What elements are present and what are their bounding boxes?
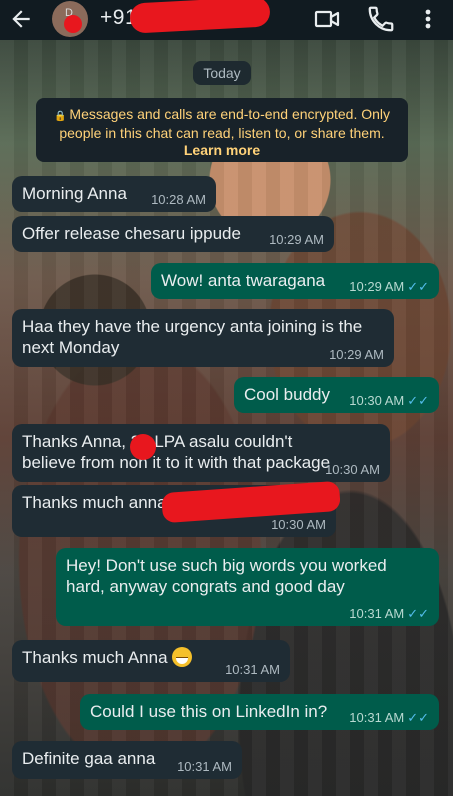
message-time: 10:31 AM [177, 759, 232, 774]
message-time-label: 10:31 AM [349, 606, 405, 621]
message-bubble[interactable]: Definite gaa anna 10:31 AM [12, 741, 242, 779]
message-text: Thanks much Anna [22, 648, 168, 667]
read-ticks-icon: ✓✓ [407, 393, 429, 408]
arrow-left-icon[interactable] [8, 6, 34, 32]
message-text: Morning Anna [22, 184, 127, 203]
message-text: Hey! Don't use such big words you worked… [66, 556, 387, 596]
message-text: Wow! anta twaragana [161, 271, 326, 290]
chat-header: D +91 [0, 0, 453, 40]
more-vert-icon[interactable] [413, 4, 443, 34]
lock-icon: 🔒 [53, 111, 67, 122]
avatar[interactable]: D [52, 1, 88, 37]
message-time: 10:31 AM ✓✓ [349, 607, 429, 621]
video-call-icon[interactable] [312, 4, 342, 34]
message-text: Thanks much anna [22, 493, 167, 512]
message-time: 10:31 AM [225, 662, 280, 677]
message-text: Thanks Anna, 20 LPA asalu couldn't belie… [22, 432, 331, 472]
contact-name-redaction [129, 0, 271, 34]
redaction-mark [130, 434, 156, 460]
message-bubble[interactable]: Cool buddy 10:30 AM ✓✓ [234, 377, 439, 413]
read-ticks-icon: ✓✓ [407, 606, 429, 621]
message-text: Haa they have the urgency anta joining i… [22, 317, 363, 357]
message-time: 10:29 AM ✓✓ [349, 280, 429, 294]
message-bubble[interactable]: Thanks Anna, 20 LPA asalu couldn't belie… [12, 424, 390, 482]
message-time: 10:30 AM [325, 462, 380, 477]
message-text: Could I use this on LinkedIn in? [90, 702, 328, 721]
date-chip: Today [193, 61, 251, 85]
message-text: Offer release chesaru ippude [22, 224, 241, 243]
encryption-notice[interactable]: 🔒 Messages and calls are end-to-end encry… [36, 98, 408, 162]
message-time: 10:29 AM [269, 232, 324, 247]
message-bubble[interactable]: Could I use this on LinkedIn in? 10:31 A… [80, 694, 439, 730]
avatar-redaction [64, 15, 82, 33]
message-time: 10:30 AM ✓✓ [349, 394, 429, 408]
message-bubble[interactable]: Morning Anna 10:28 AM [12, 176, 216, 212]
message-time-label: 10:31 AM [349, 710, 405, 725]
message-bubble[interactable]: Wow! anta twaragana 10:29 AM ✓✓ [151, 263, 439, 299]
read-ticks-icon: ✓✓ [407, 279, 429, 294]
learn-more-link[interactable]: Learn more [184, 142, 260, 158]
message-bubble[interactable]: Thanks much Anna 10:31 AM [12, 640, 290, 682]
message-time: 10:28 AM [151, 192, 206, 207]
message-bubble[interactable]: Offer release chesaru ippude 10:29 AM [12, 216, 334, 252]
encryption-line-2: people in this chat can read, listen to,… [59, 125, 385, 141]
phone-icon[interactable] [366, 4, 396, 34]
message-time-label: 10:29 AM [349, 279, 405, 294]
message-time: 10:30 AM [271, 517, 326, 532]
message-time: 10:29 AM [329, 347, 384, 362]
message-time-label: 10:30 AM [349, 393, 405, 408]
message-time: 10:31 AM ✓✓ [349, 711, 429, 725]
message-bubble[interactable]: Hey! Don't use such big words you worked… [56, 548, 439, 626]
message-bubble[interactable]: Haa they have the urgency anta joining i… [12, 309, 394, 367]
message-text: Definite gaa anna [22, 749, 156, 768]
read-ticks-icon: ✓✓ [407, 710, 429, 725]
message-bubble[interactable]: Thanks much anna 10:30 AM [12, 480, 341, 537]
encryption-line-1: Messages and calls are end-to-end encryp… [69, 106, 391, 122]
grinning-face-icon [171, 647, 192, 667]
message-text: Cool buddy [244, 385, 331, 404]
message-list[interactable]: Today 🔒 Messages and calls are end-to-end… [0, 0, 453, 796]
